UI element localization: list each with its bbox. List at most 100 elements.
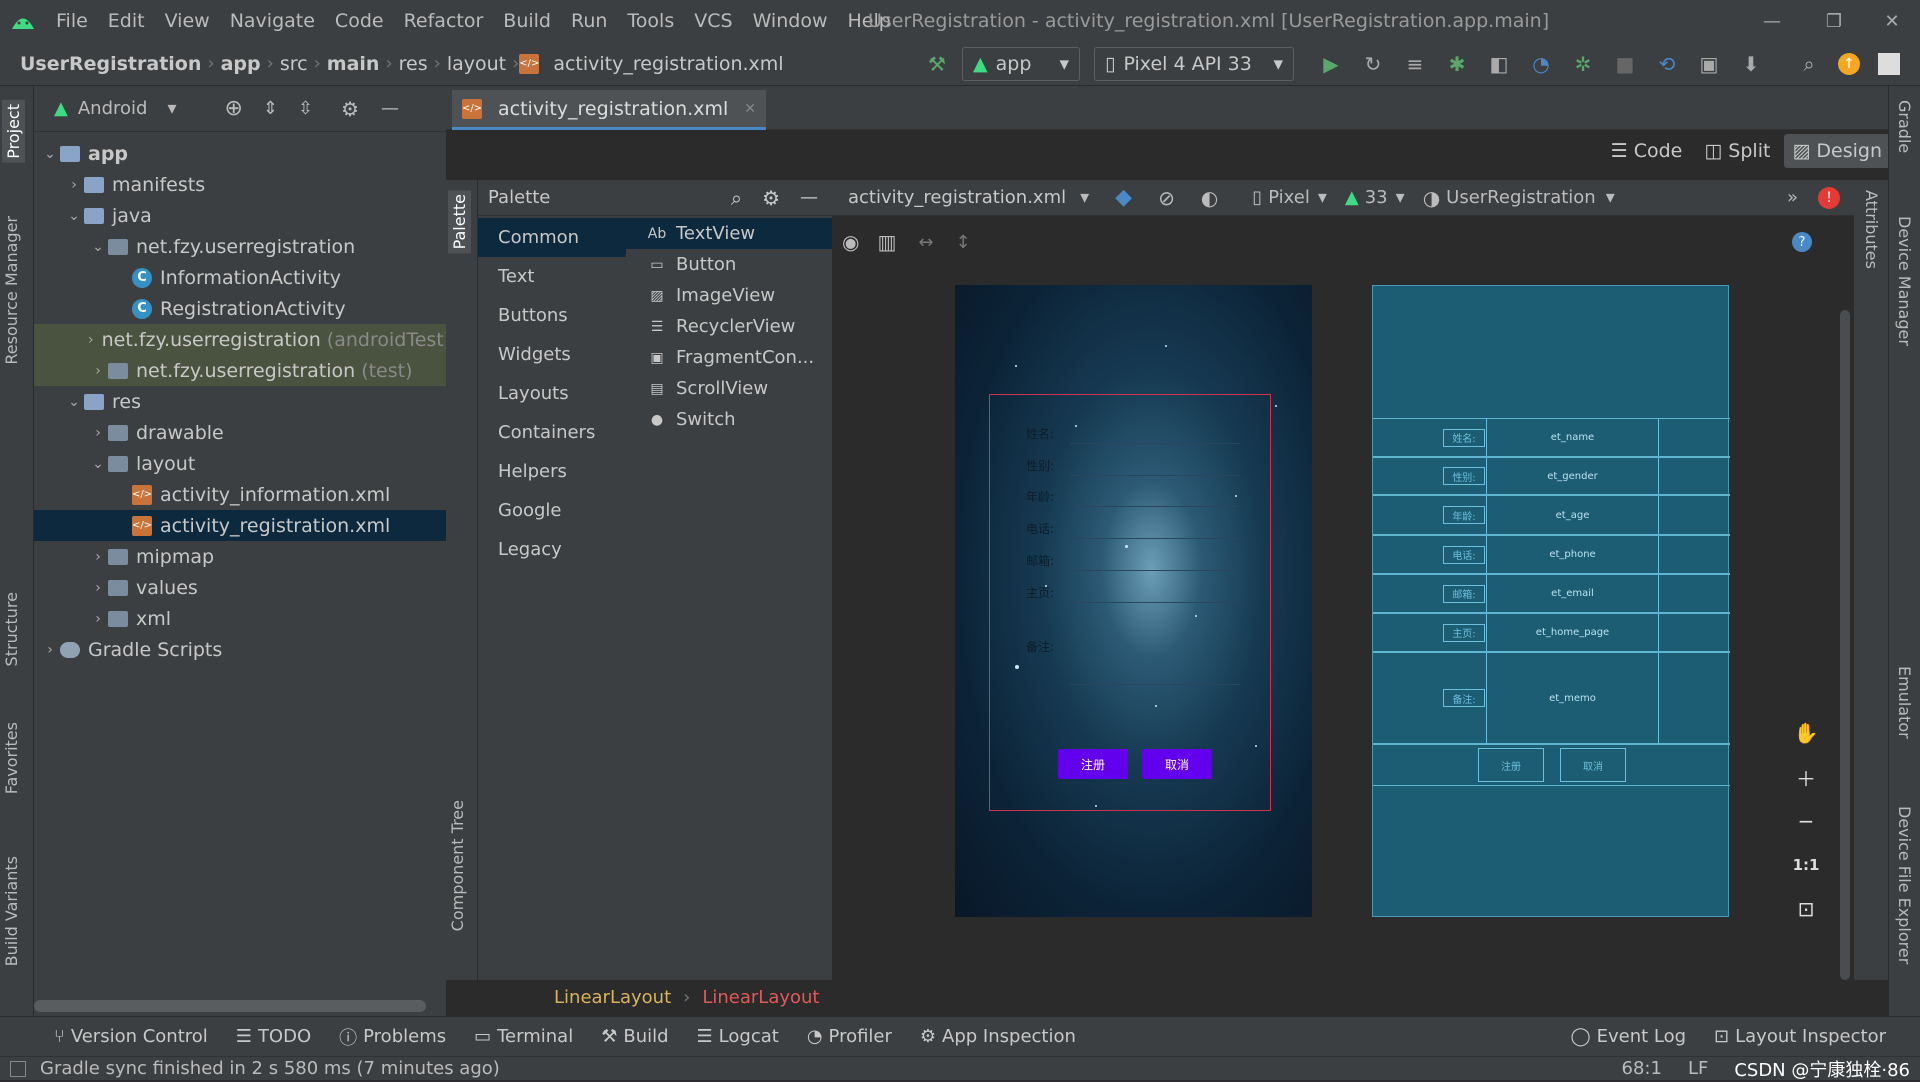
device-dropdown[interactable]: ▯ Pixel 4 API 33 ▾ [1094, 46, 1294, 81]
breadcrumb-item[interactable]: res [393, 53, 434, 75]
menu-navigate[interactable]: Navigate [220, 0, 325, 42]
breadcrumb-linearlayout-child[interactable]: LinearLayout [702, 987, 819, 1008]
form-input-underline[interactable] [1070, 570, 1240, 571]
rerun-icon[interactable]: ↻ [1356, 47, 1390, 81]
tree-item[interactable]: › xml [34, 603, 446, 634]
api-level-dropdown[interactable]: 33 [1365, 187, 1388, 208]
form-input-underline[interactable] [1070, 506, 1240, 507]
menu-vcs[interactable]: VCS [684, 0, 742, 42]
vertical-constraint-icon[interactable]: ↕ [955, 232, 970, 253]
menu-tools[interactable]: Tools [617, 0, 684, 42]
horizontal-scrollbar[interactable] [34, 1000, 426, 1012]
palette-category-layouts[interactable]: Layouts [478, 374, 626, 413]
profile-icon[interactable]: ◔ [1524, 47, 1558, 81]
blueprint-row[interactable]: 电话: et_phone [1373, 535, 1730, 574]
tree-item[interactable]: ⌄ java [34, 200, 446, 231]
tree-item[interactable]: </> activity_information.xml [34, 479, 446, 510]
tool-version-control[interactable]: ⑂ Version Control [40, 1026, 222, 1047]
form-container[interactable]: 姓名: 性别: 年龄: 电话: 邮箱: 主页: 备注: 注册 取消 [989, 394, 1271, 811]
menu-window[interactable]: Window [743, 0, 838, 42]
zoom-in-icon[interactable]: ＋ [1789, 762, 1823, 792]
tab-device-file-explorer[interactable]: Device File Explorer [1895, 806, 1914, 964]
search-icon[interactable]: ⌕ [731, 186, 742, 210]
tree-item[interactable]: C RegistrationActivity [34, 293, 446, 324]
menu-refactor[interactable]: Refactor [394, 0, 494, 42]
tool-event-log[interactable]: ◯ Event Log [1556, 1026, 1700, 1047]
locate-icon[interactable]: ⊕ [224, 96, 242, 121]
tab-gradle[interactable]: Gradle [1895, 100, 1914, 153]
gear-icon[interactable]: ⚙ [341, 97, 359, 121]
palette-category-containers[interactable]: Containers [478, 413, 626, 452]
tool-logcat[interactable]: ☰ Logcat [683, 1026, 793, 1047]
form-input-underline[interactable] [1070, 443, 1240, 444]
device-manager-icon[interactable]: ▣ [1692, 47, 1726, 81]
status-message[interactable]: Gradle sync finished in 2 s 580 ms (7 mi… [40, 1058, 500, 1079]
chevron-down-icon[interactable]: ⌄ [64, 394, 84, 410]
device-preview-dropdown[interactable]: Pixel [1268, 187, 1310, 208]
chevron-right-icon[interactable]: › [88, 549, 108, 565]
tab-project[interactable]: Project [2, 100, 25, 163]
tree-item[interactable]: ⌄ app [34, 138, 446, 169]
palette-category-text[interactable]: Text [478, 257, 626, 296]
chevron-right-icon[interactable]: › [64, 177, 84, 193]
menu-edit[interactable]: Edit [98, 0, 155, 42]
palette-category-widgets[interactable]: Widgets [478, 335, 626, 374]
status-toggle-icon[interactable] [10, 1060, 26, 1077]
palette-item-recyclerview[interactable]: ☰ RecyclerView [626, 311, 832, 342]
hide-panel-icon[interactable]: — [800, 187, 818, 208]
chevron-right-icon[interactable]: › [88, 611, 108, 627]
blueprint-toggle-icon[interactable]: ▥ [877, 230, 896, 254]
breadcrumb-item[interactable]: src [274, 53, 314, 75]
menu-file[interactable]: File [46, 0, 98, 42]
blueprint-row[interactable]: 姓名: et_name [1373, 418, 1730, 457]
tool-terminal[interactable]: ▭ Terminal [460, 1026, 587, 1047]
run-icon[interactable]: ▶ [1314, 47, 1348, 81]
menu-view[interactable]: View [155, 0, 220, 42]
project-view-dropdown[interactable]: Android [78, 98, 148, 119]
tree-item[interactable]: </> activity_registration.xml [34, 510, 446, 541]
theme-dropdown[interactable]: UserRegistration [1446, 187, 1596, 208]
stop-icon[interactable]: ■ [1608, 47, 1642, 81]
palette-category-buttons[interactable]: Buttons [478, 296, 626, 335]
chevron-right-icon[interactable]: › [88, 580, 108, 596]
pan-icon[interactable]: ✋ [1789, 718, 1823, 748]
breadcrumb-item[interactable]: app [215, 53, 267, 75]
tab-attributes[interactable]: Attributes [1862, 190, 1881, 269]
blueprint-row[interactable]: 年龄: et_age [1373, 495, 1730, 535]
night-mode-icon[interactable]: ◐ [1201, 186, 1218, 210]
blueprint-row[interactable]: 主页: et_home_page [1373, 613, 1730, 652]
palette-category-common[interactable]: Common [478, 218, 626, 257]
layout-file-dropdown[interactable]: activity_registration.xml [848, 187, 1066, 208]
coverage-icon[interactable]: ≡ [1398, 47, 1432, 81]
tool-todo[interactable]: ☰ TODO [222, 1026, 325, 1047]
palette-category-legacy[interactable]: Legacy [478, 530, 626, 569]
chevron-down-icon[interactable]: ▾ [1396, 187, 1405, 208]
tool-problems[interactable]: ⓘ Problems [325, 1024, 460, 1050]
split-mode-button[interactable]: ◫ Split [1696, 134, 1778, 168]
search-icon[interactable]: ⌕ [1792, 47, 1826, 81]
chevron-down-icon[interactable]: ▾ [1080, 187, 1089, 208]
breadcrumb-item[interactable]: UserRegistration [14, 53, 207, 75]
chevron-down-icon[interactable]: ⌄ [64, 208, 84, 224]
layers-icon[interactable]: ◆ [1115, 185, 1132, 210]
tree-item[interactable]: › values [34, 572, 446, 603]
menu-run[interactable]: Run [561, 0, 617, 42]
attach-debugger-icon[interactable]: ✲ [1566, 47, 1600, 81]
chevron-down-icon[interactable]: ▾ [1318, 187, 1327, 208]
tree-item[interactable]: › drawable [34, 417, 446, 448]
cancel-button[interactable]: 取消 [1142, 749, 1212, 779]
line-separator[interactable]: LF [1688, 1058, 1708, 1079]
tree-item[interactable]: ⌄ res [34, 386, 446, 417]
tab-build-variants[interactable]: Build Variants [2, 856, 21, 966]
help-icon[interactable]: ? [1792, 232, 1812, 252]
tab-component-tree[interactable]: Component Tree [448, 800, 467, 931]
update-icon[interactable]: ↑ [1832, 47, 1866, 81]
tool-profiler[interactable]: ◔ Profiler [793, 1026, 906, 1047]
collapse-all-icon[interactable]: ⇳ [298, 98, 313, 119]
blueprint-row[interactable]: 备注: et_memo [1373, 652, 1730, 744]
zoom-fit-icon[interactable]: ⊡ [1789, 894, 1823, 924]
chevron-down-icon[interactable]: ⌄ [88, 239, 108, 255]
orientation-icon[interactable]: ⊘ [1158, 186, 1175, 210]
breadcrumb-item[interactable]: main [321, 53, 386, 75]
tool-layout-inspector[interactable]: ⊡ Layout Inspector [1700, 1026, 1900, 1047]
